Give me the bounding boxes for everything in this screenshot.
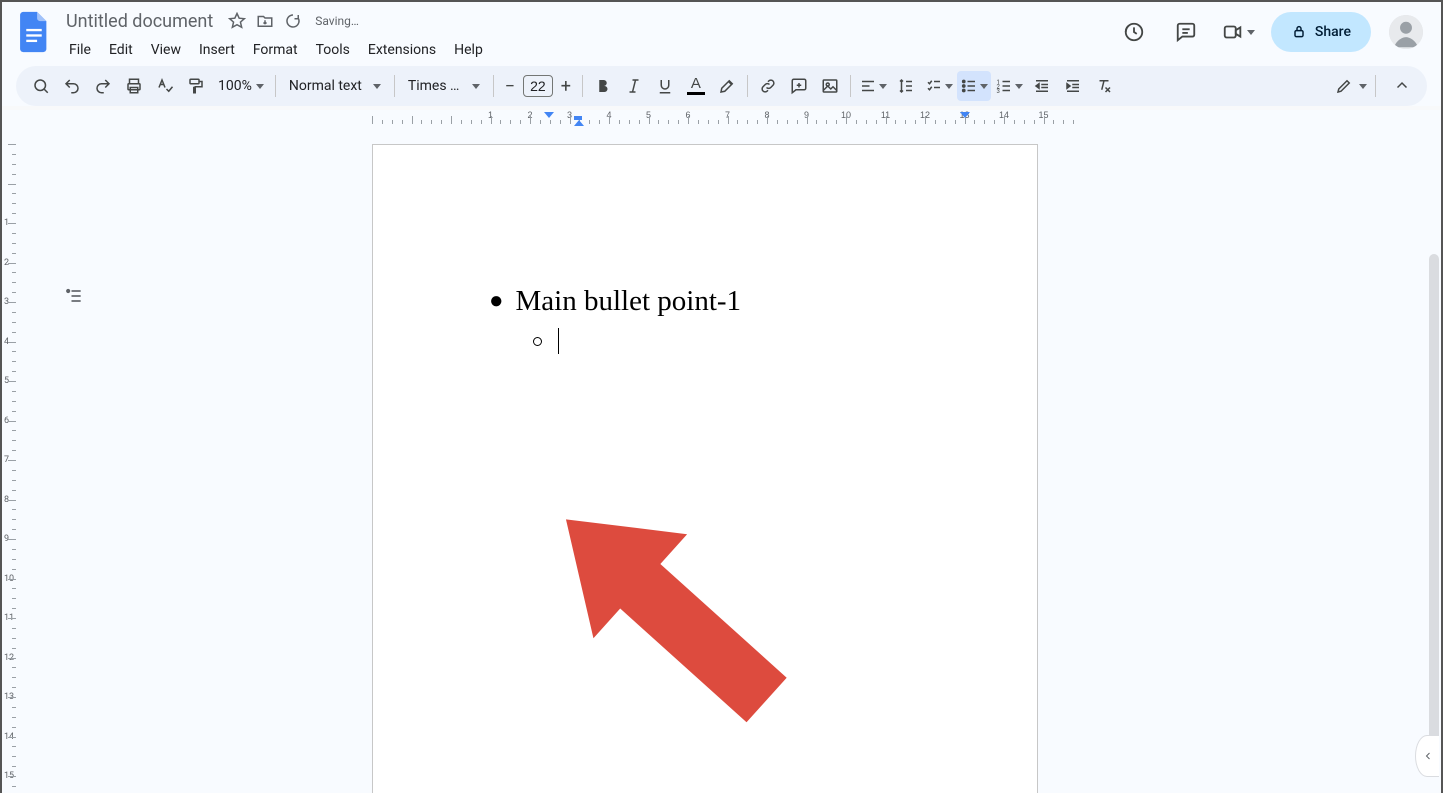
paint-format-icon[interactable] bbox=[181, 71, 211, 101]
increase-indent-icon[interactable] bbox=[1058, 71, 1088, 101]
align-dropdown-icon[interactable] bbox=[856, 71, 890, 101]
menu-bar: File Edit View Insert Format Tools Exten… bbox=[60, 36, 492, 64]
menu-tools[interactable]: Tools bbox=[307, 38, 359, 62]
clear-formatting-icon[interactable] bbox=[1089, 71, 1119, 101]
toolbar: 100% Normal text Times … − + A 123 bbox=[16, 66, 1427, 106]
font-family-label: Times … bbox=[408, 78, 466, 94]
text-cursor bbox=[558, 328, 559, 354]
menu-edit[interactable]: Edit bbox=[100, 38, 142, 62]
bold-icon[interactable] bbox=[588, 71, 618, 101]
last-edit-icon[interactable] bbox=[1114, 12, 1154, 52]
svg-text:3: 3 bbox=[996, 88, 999, 95]
spellcheck-icon[interactable] bbox=[150, 71, 180, 101]
bulleted-list-dropdown-icon[interactable] bbox=[957, 71, 991, 101]
menu-extensions[interactable]: Extensions bbox=[359, 38, 445, 62]
meet-icon[interactable] bbox=[1218, 12, 1259, 52]
horizontal-ruler[interactable]: 123456789101112131415 bbox=[2, 110, 1441, 128]
numbered-list-dropdown-icon[interactable]: 123 bbox=[992, 71, 1026, 101]
redo-icon[interactable] bbox=[88, 71, 118, 101]
bullet-list-item-1[interactable]: ● Main bullet point-1 bbox=[489, 285, 741, 318]
docs-logo-icon[interactable] bbox=[14, 8, 54, 56]
insert-link-icon[interactable] bbox=[753, 71, 783, 101]
checklist-dropdown-icon[interactable] bbox=[922, 71, 956, 101]
menu-view[interactable]: View bbox=[142, 38, 190, 62]
workspace: 123456789101112131415 ● Main bullet poin… bbox=[2, 128, 1441, 793]
side-panel-toggle[interactable] bbox=[1415, 735, 1439, 777]
print-icon[interactable] bbox=[119, 71, 149, 101]
bullet-sub-item-1[interactable] bbox=[533, 328, 741, 354]
undo-icon[interactable] bbox=[57, 71, 87, 101]
document-title[interactable]: Untitled document bbox=[60, 10, 219, 33]
editing-mode-dropdown[interactable] bbox=[1332, 71, 1370, 101]
document-outline-icon[interactable] bbox=[58, 280, 90, 312]
vertical-ruler[interactable]: 123456789101112131415 bbox=[2, 128, 20, 793]
canvas-area[interactable]: ● Main bullet point-1 bbox=[20, 128, 1441, 793]
insert-image-icon[interactable] bbox=[815, 71, 845, 101]
zoom-dropdown[interactable]: 100% bbox=[212, 78, 270, 94]
hide-menus-icon[interactable] bbox=[1387, 71, 1417, 101]
text-color-icon[interactable]: A bbox=[681, 71, 711, 101]
menu-help[interactable]: Help bbox=[445, 38, 492, 62]
decrease-font-size-button[interactable]: − bbox=[499, 74, 521, 98]
menu-file[interactable]: File bbox=[60, 38, 100, 62]
share-button[interactable]: Share bbox=[1271, 12, 1371, 52]
paragraph-style-label: Normal text bbox=[289, 78, 367, 94]
decrease-indent-icon[interactable] bbox=[1027, 71, 1057, 101]
share-button-label: Share bbox=[1315, 24, 1351, 40]
document-page[interactable]: ● Main bullet point-1 bbox=[372, 144, 1038, 793]
font-size-input[interactable] bbox=[523, 75, 553, 97]
menu-insert[interactable]: Insert bbox=[190, 38, 244, 62]
line-spacing-icon[interactable] bbox=[891, 71, 921, 101]
zoom-value: 100% bbox=[218, 78, 252, 94]
font-family-dropdown[interactable]: Times … bbox=[400, 71, 488, 101]
italic-icon[interactable] bbox=[619, 71, 649, 101]
highlight-color-icon[interactable] bbox=[712, 71, 742, 101]
increase-font-size-button[interactable]: + bbox=[555, 74, 577, 98]
add-comment-icon[interactable] bbox=[784, 71, 814, 101]
paragraph-style-dropdown[interactable]: Normal text bbox=[281, 71, 389, 101]
move-icon[interactable] bbox=[255, 11, 275, 31]
app-header: Untitled document Saving… File Edit View… bbox=[2, 2, 1441, 62]
vertical-scrollbar[interactable] bbox=[1429, 254, 1439, 774]
star-icon[interactable] bbox=[227, 11, 247, 31]
menu-format[interactable]: Format bbox=[244, 38, 307, 62]
cloud-status-icon[interactable] bbox=[283, 11, 303, 31]
comments-icon[interactable] bbox=[1166, 12, 1206, 52]
toolbar-container: 100% Normal text Times … − + A 123 bbox=[2, 62, 1441, 106]
account-avatar[interactable] bbox=[1389, 15, 1423, 49]
bullet-text-1[interactable]: Main bullet point-1 bbox=[516, 285, 742, 318]
underline-icon[interactable] bbox=[650, 71, 680, 101]
search-menus-icon[interactable] bbox=[26, 71, 56, 101]
bullet-circle-icon bbox=[533, 337, 542, 346]
bullet-dot-icon: ● bbox=[489, 289, 504, 313]
saving-status: Saving… bbox=[315, 14, 359, 28]
